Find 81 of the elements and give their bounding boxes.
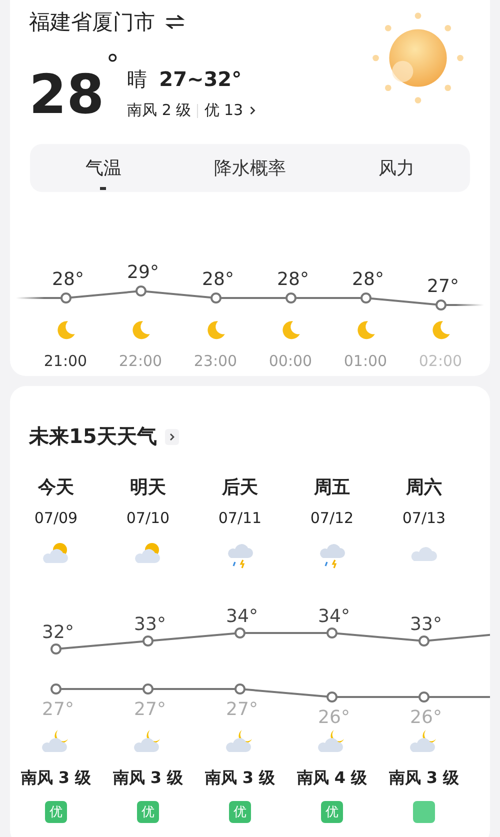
data-point (234, 628, 246, 638)
data-point (142, 684, 154, 694)
date-label: 07/09 (34, 509, 78, 527)
high-temperature: 32° (42, 622, 74, 643)
date-label: 07/11 (218, 509, 262, 527)
date-label: 07/13 (402, 509, 446, 527)
day-name: 今天 (38, 476, 74, 499)
day-name: 周六 (406, 476, 442, 499)
chevron-icon[interactable] (164, 428, 179, 444)
hour-label: 01:00 (344, 352, 388, 370)
aqi-badge: 优 (321, 801, 343, 823)
partly-sunny-icon (41, 541, 71, 565)
low-temperature: 26° (410, 707, 442, 728)
wind-level: 南风 3 级 (20, 768, 92, 789)
aqi-badge: 优 (229, 801, 251, 823)
wind-level: 南风 2 级 (127, 101, 192, 120)
data-point (436, 300, 446, 310)
data-point (210, 292, 222, 304)
temperature-label: 28° (52, 269, 84, 290)
data-point (50, 684, 62, 694)
partly-sunny-icon (133, 541, 163, 565)
data-point (326, 692, 338, 702)
data-point (60, 292, 72, 304)
high-temperature: 33° (134, 614, 166, 635)
temperature-label: 28° (352, 269, 384, 290)
high-temperature: 34° (226, 606, 258, 627)
date-label: 07/10 (126, 509, 170, 527)
thunderstorm-icon (317, 541, 347, 569)
hour-label: 02:00 (418, 352, 462, 370)
sun-icon (370, 10, 466, 106)
wind-level: 南风 3 级 (204, 768, 276, 789)
low-temperature: 27° (134, 699, 166, 720)
tab[interactable]: 降水概率 (176, 144, 324, 192)
cloud-moon-icon (409, 728, 439, 754)
forecast-title[interactable]: 未来15天天气 (29, 423, 157, 450)
data-point (418, 692, 430, 702)
aqi-badge: 优 (137, 801, 159, 823)
hour-label: 00:00 (268, 352, 312, 370)
air-quality[interactable]: 优 13 (204, 101, 244, 120)
cloud-moon-icon (225, 728, 255, 754)
swap-icon[interactable] (165, 15, 185, 29)
data-point (136, 286, 146, 296)
thunderstorm-icon (225, 541, 255, 569)
data-point (360, 292, 372, 304)
chevron-icon[interactable] (249, 105, 256, 116)
temperature-label: 28° (277, 269, 309, 290)
data-point (142, 636, 154, 646)
current-temperature: 28 (29, 68, 104, 122)
high-temperature: 34° (318, 606, 350, 627)
high-temperature: 33° (410, 614, 442, 635)
data-point (418, 636, 430, 646)
degree-sign: ° (106, 52, 120, 78)
temperature-range: 27~32° (159, 67, 242, 91)
day-name: 后天 (222, 476, 258, 499)
date-label: 07/12 (310, 509, 354, 527)
day-name: 周五 (314, 476, 350, 499)
day-name: 明天 (130, 476, 166, 499)
hour-label: 23:00 (194, 352, 238, 370)
location-title[interactable]: 福建省厦门市 (29, 8, 155, 36)
temperature-label: 27° (427, 276, 459, 297)
temperature-label: 28° (202, 269, 234, 290)
aqi-badge: 优 (45, 801, 67, 823)
hour-label: 21:00 (44, 352, 88, 370)
cloud-moon-icon (133, 728, 163, 754)
data-point (326, 628, 338, 638)
data-point (50, 644, 62, 654)
hour-label: 22:00 (118, 352, 162, 370)
weather-condition: 晴 (127, 66, 148, 93)
temperature-label: 29° (127, 262, 159, 283)
tab[interactable]: 风力 (323, 144, 470, 192)
aqi-badge (413, 801, 435, 823)
low-temperature: 27° (42, 699, 74, 720)
wind-level: 南风 4 级 (296, 768, 368, 789)
data-point (286, 292, 296, 304)
low-temperature: 27° (226, 699, 258, 720)
cloud-moon-icon (317, 728, 347, 754)
low-temperature: 26° (318, 707, 350, 728)
cloud-moon-icon (41, 728, 71, 754)
wind-level: 南风 3 级 (112, 768, 184, 789)
data-point (234, 684, 246, 694)
wind-level: 南风 3 级 (388, 768, 460, 789)
